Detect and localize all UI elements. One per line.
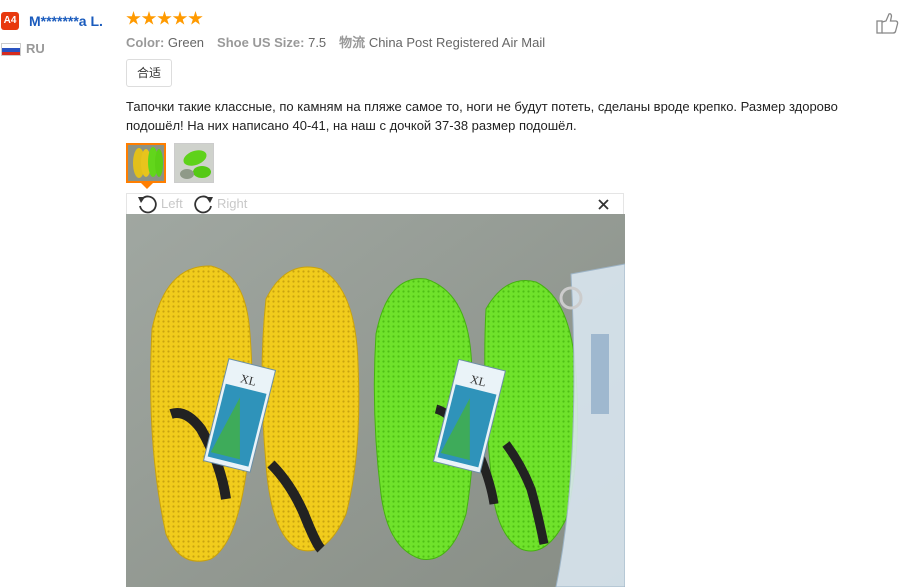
close-icon[interactable] <box>598 199 609 210</box>
fit-tag: 合适 <box>126 59 173 87</box>
review-photo: XL XL <box>126 214 625 587</box>
rotate-left-icon[interactable] <box>136 193 158 215</box>
reviewer-country: RU <box>26 41 45 56</box>
star-icon <box>172 11 188 25</box>
reviewer-name[interactable]: M*******a L. <box>29 12 103 30</box>
rotate-right-label[interactable]: Right <box>217 194 247 214</box>
attr-shipping: 物流 China Post Registered Air Mail <box>339 35 546 50</box>
thumbs-up-icon[interactable] <box>876 12 902 34</box>
star-icon <box>157 11 172 25</box>
order-attributes: Color: Green Shoe US Size: 7.5 物流 China … <box>126 35 545 51</box>
star-rating <box>126 11 204 29</box>
level-badge: A4 <box>1 12 19 30</box>
star-icon <box>141 11 157 25</box>
rotate-right-icon[interactable] <box>193 193 215 215</box>
attr-shoe-size: Shoe US Size: 7.5 <box>217 35 327 50</box>
photo-thumbnail-1[interactable] <box>126 143 166 183</box>
selected-thumbnail-indicator <box>141 183 153 189</box>
review-text: Тапочки такие классные, по камням на пля… <box>126 99 838 133</box>
russia-flag-icon <box>1 43 21 56</box>
attr-color: Color: Green <box>126 35 205 50</box>
star-icon <box>188 11 203 25</box>
photo-thumbnail-2[interactable] <box>174 143 214 183</box>
rotate-left-label[interactable]: Left <box>161 194 183 214</box>
star-icon <box>126 11 141 25</box>
